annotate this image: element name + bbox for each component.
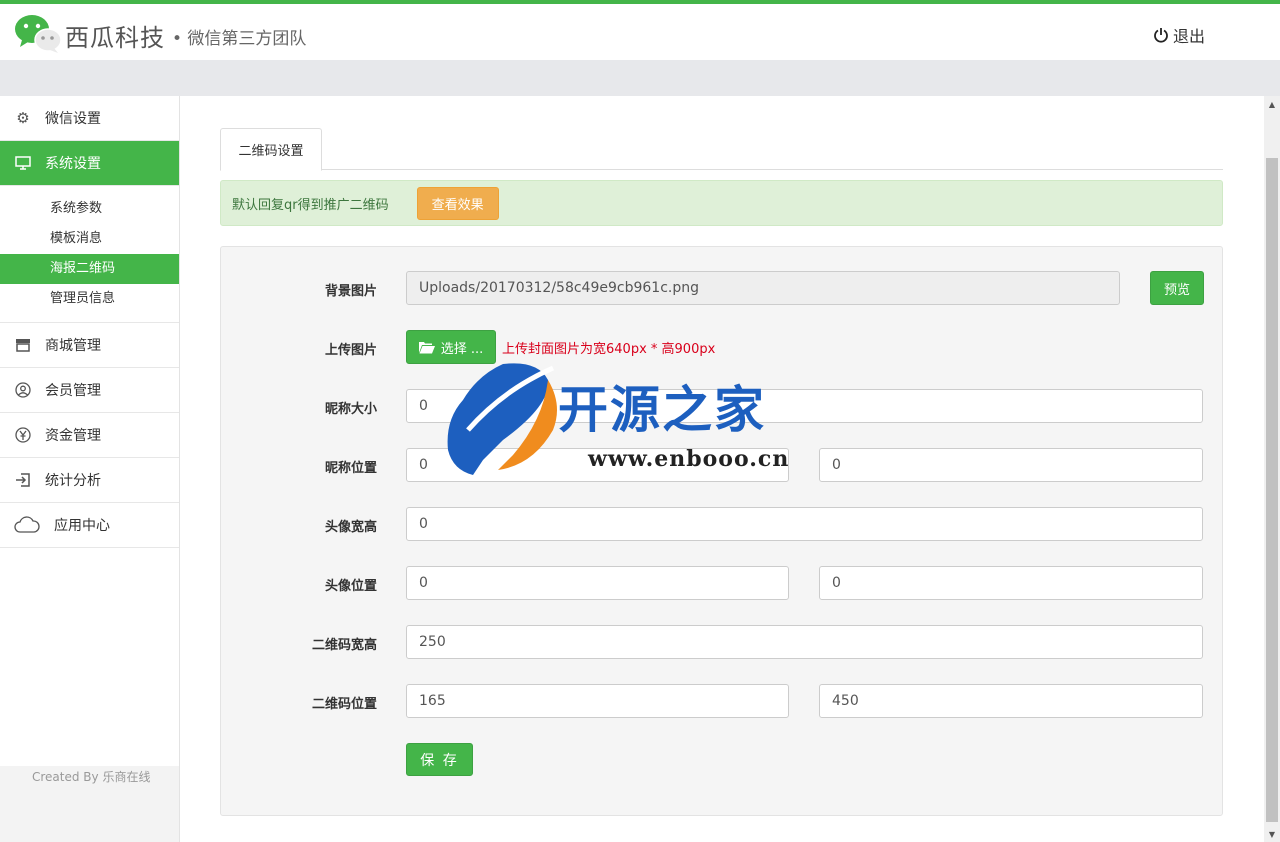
- sidebar-item-wechat-settings[interactable]: ⚙ 微信设置: [0, 96, 179, 141]
- brand-name: 西瓜科技: [65, 24, 165, 52]
- avatar-size-input[interactable]: 0: [406, 507, 1203, 541]
- qrcode-position-x-input[interactable]: 165: [406, 684, 789, 718]
- avatar-position-x-input[interactable]: 0: [406, 566, 789, 600]
- sidebar-item-statistics[interactable]: 统计分析: [0, 458, 179, 503]
- qrcode-position-label: 二维码位置: [311, 697, 377, 712]
- sidebar-item-label: 商城管理: [45, 338, 101, 354]
- upload-hint: 上传封面图片为宽640px * 高900px: [502, 342, 716, 357]
- signin-icon: [14, 471, 32, 489]
- nick-size-input[interactable]: 0: [406, 389, 1203, 423]
- power-icon: [1154, 28, 1168, 43]
- cloud-icon: [14, 516, 40, 534]
- avatar-position-y-input[interactable]: 0: [819, 566, 1203, 600]
- watermark-url: www.enbooo.cn: [588, 446, 790, 472]
- sidebar-item-mall-management[interactable]: 商城管理: [0, 323, 179, 368]
- choose-file-button[interactable]: 选择 ...: [406, 330, 496, 364]
- store-icon: [14, 336, 32, 354]
- bg-image-input[interactable]: Uploads/20170312/58c49e9cb961c.png: [406, 271, 1120, 305]
- choose-file-label: 选择 ...: [440, 341, 484, 357]
- logout-button[interactable]: 退出: [1153, 23, 1205, 47]
- nick-size-label: 昵称大小: [324, 402, 377, 417]
- brand-subtitle: • 微信第三方团队: [172, 29, 307, 49]
- scroll-up-arrow-icon[interactable]: ▲: [1264, 96, 1280, 112]
- sidebar-item-system-settings[interactable]: 系统设置: [0, 141, 179, 186]
- subnav-item-admin-info[interactable]: 管理员信息: [0, 284, 179, 314]
- folder-open-icon: [418, 341, 435, 353]
- created-by-text: Created By 乐商在线: [32, 770, 151, 784]
- scrollbar-thumb[interactable]: [1266, 158, 1278, 822]
- form-panel: 背景图片 Uploads/20170312/58c49e9cb961c.png …: [220, 246, 1223, 816]
- qrcode-size-input[interactable]: 250: [406, 625, 1203, 659]
- qrcode-size-label: 二维码宽高: [311, 638, 377, 653]
- view-effect-button[interactable]: 查看效果: [416, 186, 499, 220]
- upload-image-label: 上传图片: [324, 343, 377, 358]
- tab-bar: 二维码设置: [220, 128, 1223, 171]
- logout-label: 退出: [1173, 27, 1206, 46]
- sidebar-item-label: 会员管理: [45, 383, 101, 399]
- sidebar-item-label: 系统设置: [45, 156, 101, 172]
- sub-header-bar: [0, 60, 1280, 96]
- sidebar-item-fund-management[interactable]: 资金管理: [0, 413, 179, 458]
- yen-icon: [14, 426, 32, 444]
- avatar-size-label: 头像宽高: [324, 520, 377, 535]
- sidebar-item-label: 应用中心: [54, 518, 110, 534]
- sidebar-item-label: 资金管理: [45, 428, 101, 444]
- sidebar-item-app-center[interactable]: 应用中心: [0, 503, 179, 548]
- sidebar-item-member-management[interactable]: 会员管理: [0, 368, 179, 413]
- scroll-down-arrow-icon[interactable]: ▼: [1264, 826, 1280, 842]
- header: 西瓜科技 • 微信第三方团队 退出: [0, 4, 1280, 60]
- info-alert: 默认回复qr得到推广二维码 查看效果: [220, 180, 1223, 226]
- system-settings-subnav: 系统参数 模板消息 海报二维码 管理员信息: [0, 186, 179, 323]
- sidebar-item-label: 微信设置: [45, 111, 101, 127]
- sidebar: ⚙ 微信设置 系统设置 系统参数 模板消息 海报二维码 管理员信息 商城管理 会…: [0, 96, 180, 842]
- tab-qrcode-settings[interactable]: 二维码设置: [220, 128, 322, 171]
- subnav-item-poster-qrcode[interactable]: 海报二维码: [0, 254, 179, 284]
- subnav-item-system-params[interactable]: 系统参数: [0, 194, 179, 224]
- gear-icon: ⚙: [16, 109, 30, 127]
- subnav-item-template-messages[interactable]: 模板消息: [0, 224, 179, 254]
- bg-image-label: 背景图片: [324, 284, 377, 299]
- user-icon: [14, 381, 32, 399]
- wechat-logo-icon: [15, 15, 62, 53]
- preview-button[interactable]: 预览: [1150, 271, 1204, 305]
- qrcode-position-y-input[interactable]: 450: [819, 684, 1203, 718]
- avatar-position-label: 头像位置: [324, 579, 377, 594]
- nick-position-label: 昵称位置: [324, 461, 377, 476]
- nick-position-y-input[interactable]: 0: [819, 448, 1203, 482]
- save-button[interactable]: 保 存: [406, 743, 473, 776]
- watermark-text: 开源之家: [558, 381, 766, 439]
- monitor-icon: [14, 154, 32, 172]
- sidebar-item-label: 统计分析: [45, 473, 101, 489]
- vertical-scrollbar[interactable]: ▲ ▼: [1264, 96, 1280, 842]
- alert-text: 默认回复qr得到推广二维码: [232, 197, 389, 213]
